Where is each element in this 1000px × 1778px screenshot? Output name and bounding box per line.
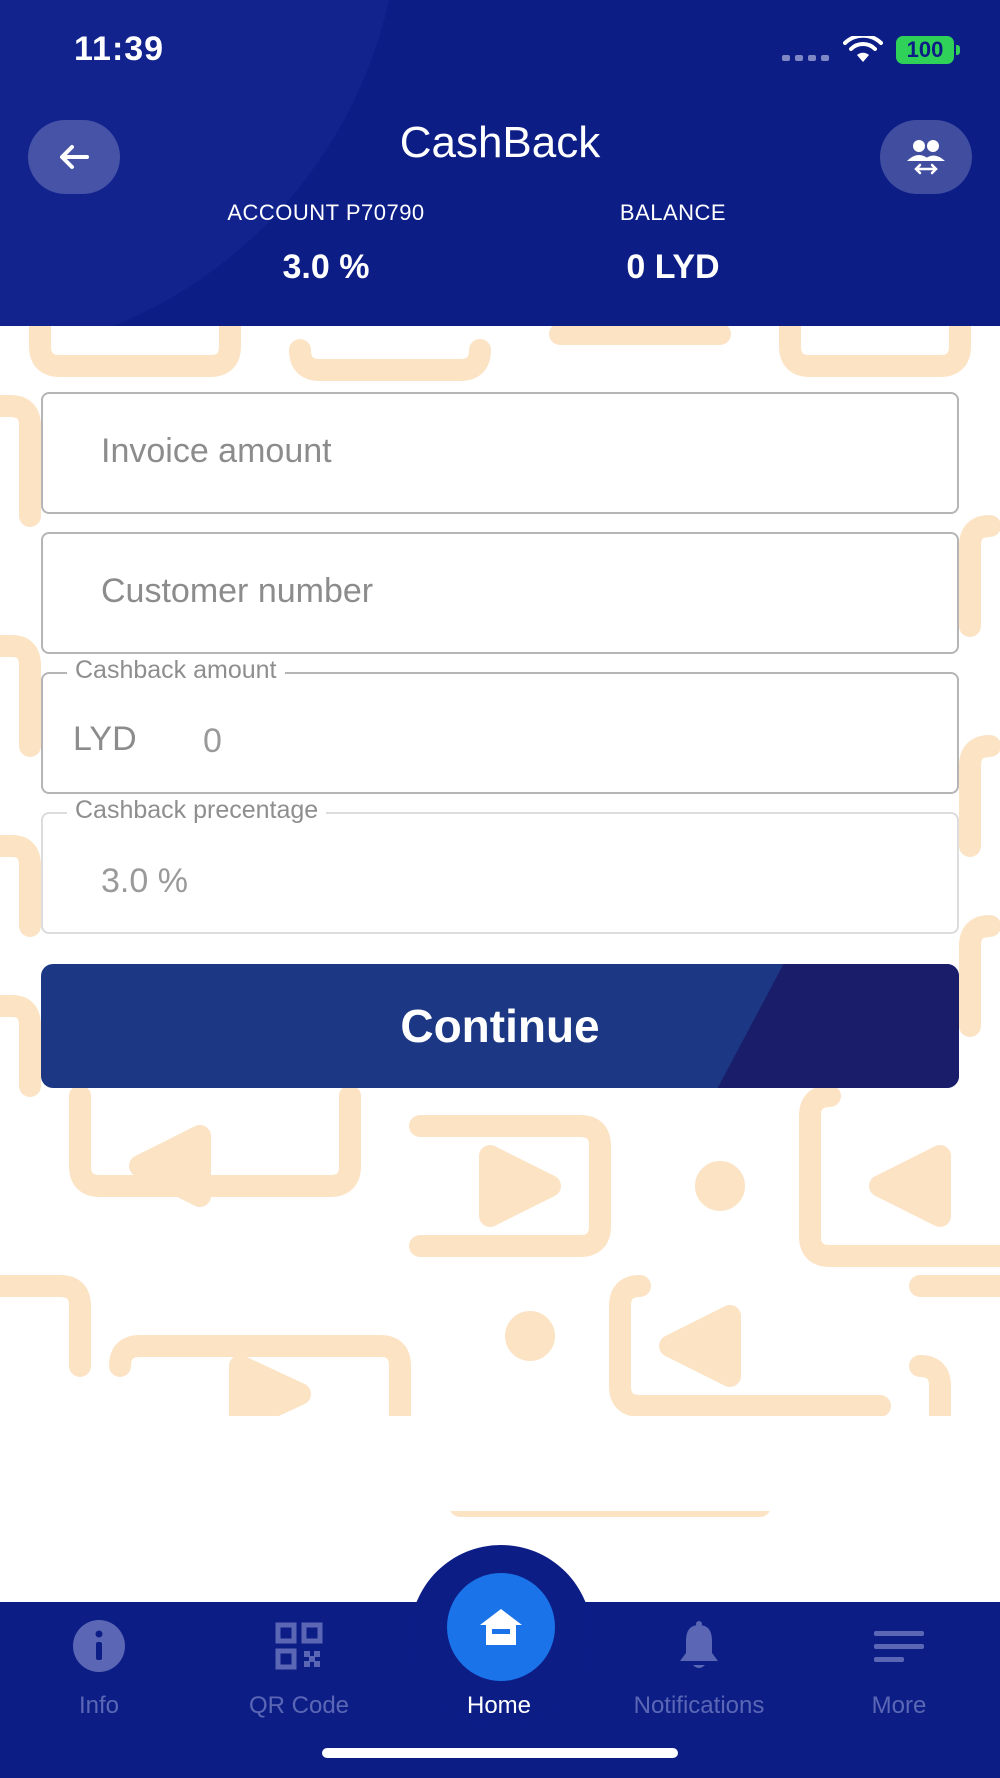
invoice-amount-placeholder: Invoice amount <box>101 432 332 470</box>
nav-item-home[interactable]: Home <box>404 1618 594 1720</box>
cellular-signal-icon <box>782 55 829 61</box>
cashback-amount-value: 0 <box>203 722 222 760</box>
account-value: 3.0 % <box>282 248 370 286</box>
home-indicator <box>322 1748 678 1758</box>
nav-label-qr-code: QR Code <box>248 1692 350 1719</box>
cashback-amount-label: Cashback amount <box>67 656 285 685</box>
transfer-people-button[interactable] <box>880 120 972 194</box>
cashback-amount-field[interactable]: Cashback amount LYD 0 <box>41 656 959 794</box>
bell-icon <box>680 1621 718 1668</box>
customer-number-input[interactable]: Customer number <box>41 532 959 654</box>
app-header: 11:39 100 CashBack ACCOUNT P70790 3.0 % … <box>0 0 1000 326</box>
nav-item-info[interactable]: Info <box>4 1618 194 1720</box>
balance-stat: BALANCE 0 LYD <box>560 200 786 287</box>
status-bar: 11:39 100 <box>0 0 1000 100</box>
cashback-percentage-value: 3.0 % <box>101 862 188 900</box>
nav-label-home: Home <box>466 1692 532 1719</box>
battery-indicator: 100 <box>896 36 960 64</box>
continue-button[interactable]: Continue <box>41 964 959 1088</box>
people-transfer-icon <box>907 140 945 175</box>
button-decoration <box>677 964 959 1088</box>
balance-label: BALANCE <box>619 200 727 225</box>
cashback-currency: LYD <box>73 720 137 758</box>
info-icon <box>73 1620 125 1672</box>
continue-button-label: Continue <box>400 1000 600 1052</box>
status-time: 11:39 <box>74 30 165 68</box>
qr-code-icon <box>275 1622 323 1670</box>
pattern-gap <box>0 1416 1000 1511</box>
nav-label-notifications: Notifications <box>633 1692 765 1719</box>
account-label: ACCOUNT P70790 <box>227 200 425 225</box>
invoice-amount-input[interactable]: Invoice amount <box>41 392 959 514</box>
menu-icon <box>874 1631 924 1662</box>
cashback-percentage-label: Cashback precentage <box>67 796 327 825</box>
nav-label-info: Info <box>78 1692 120 1719</box>
cashback-percentage-field: Cashback precentage 3.0 % <box>41 796 959 934</box>
nav-item-notifications[interactable]: Notifications <box>604 1618 794 1720</box>
page-title: CashBack <box>399 118 601 167</box>
nav-item-qr-code[interactable]: QR Code <box>204 1618 394 1720</box>
balance-value: 0 LYD <box>626 248 720 286</box>
account-stat: ACCOUNT P70790 3.0 % <box>160 200 492 287</box>
wifi-icon <box>843 36 883 62</box>
nav-label-more: More <box>871 1692 927 1719</box>
nav-item-more[interactable]: More <box>804 1618 994 1720</box>
customer-number-placeholder: Customer number <box>101 572 374 610</box>
